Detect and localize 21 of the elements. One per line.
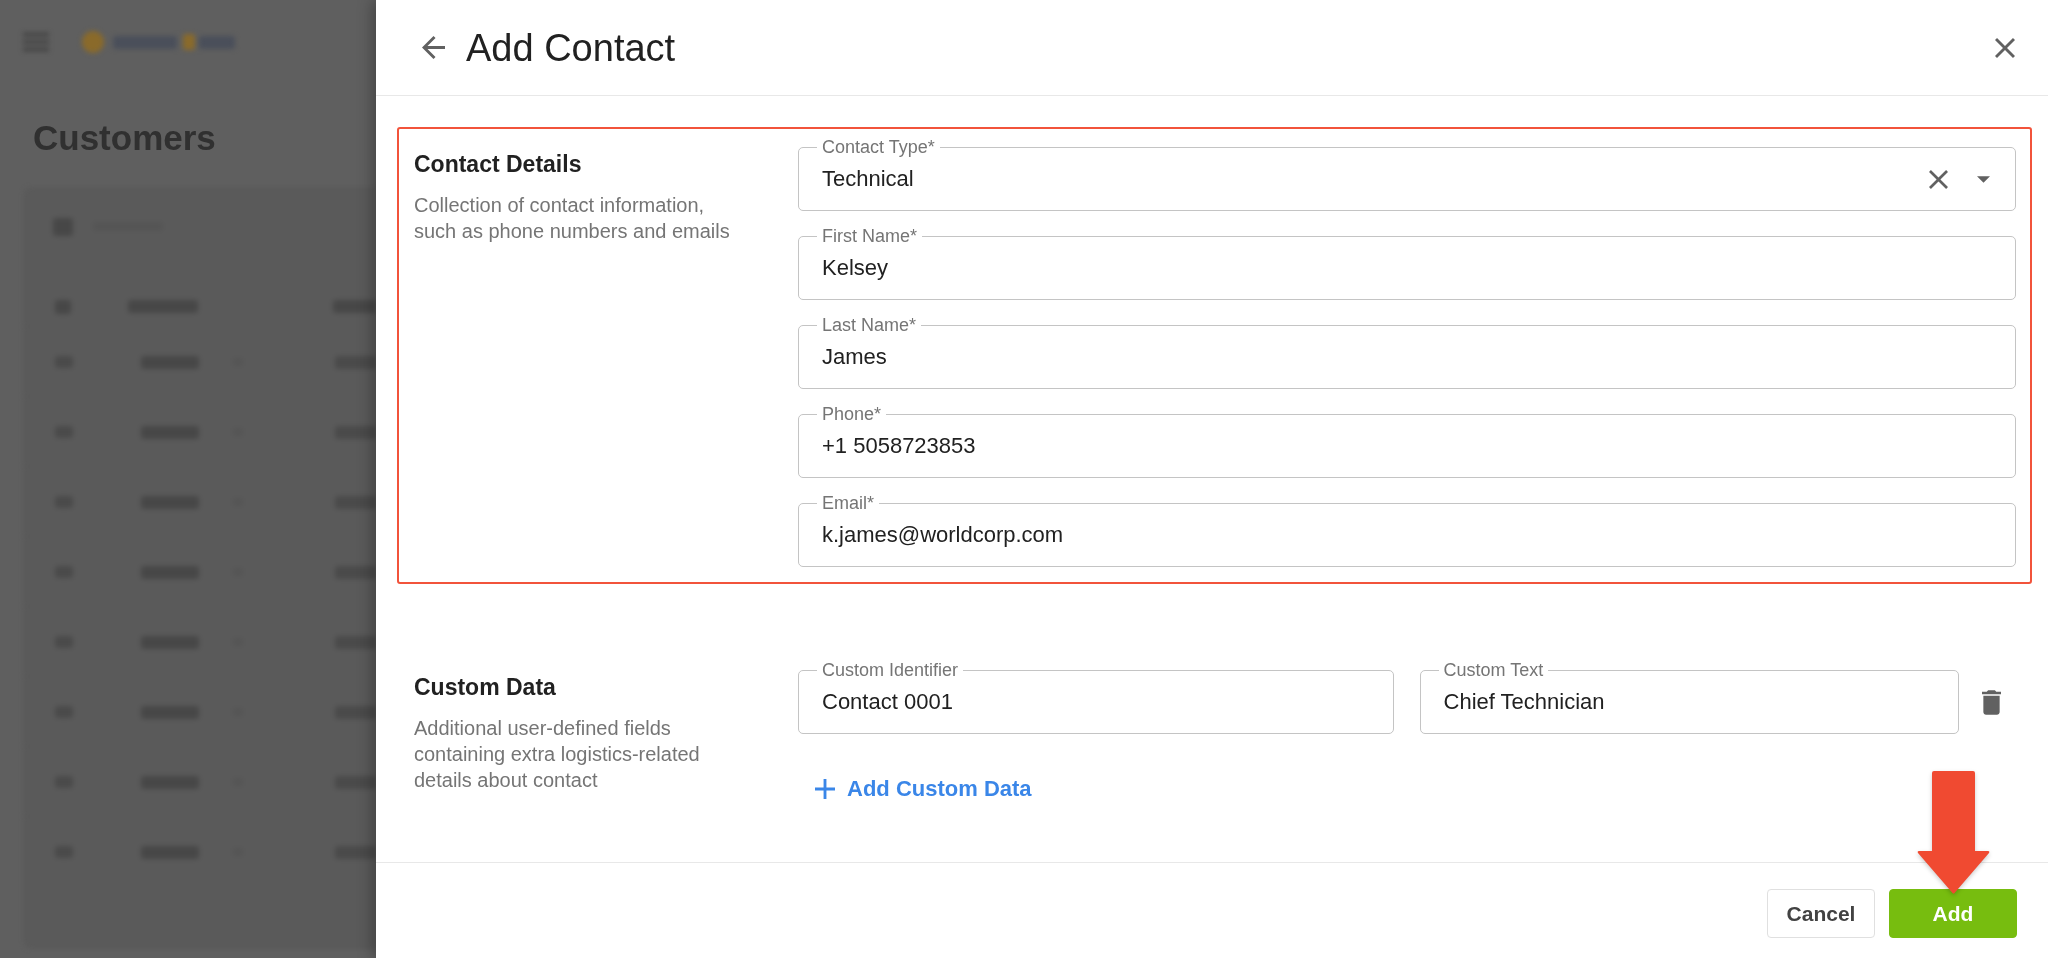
trash-icon[interactable] bbox=[1982, 689, 2001, 715]
input-field[interactable]: Custom Text Chief Technician bbox=[1419, 660, 1959, 734]
field-label: Contact Type* bbox=[817, 137, 940, 157]
input-field[interactable]: Last Name* James bbox=[798, 315, 2016, 389]
input-field[interactable]: Phone* +1 5058723853 bbox=[798, 404, 2016, 478]
add-custom-data-link[interactable]: Add Custom Data bbox=[815, 774, 1032, 804]
cancel-button[interactable]: Cancel bbox=[1767, 889, 1875, 938]
dropdown-field[interactable]: Contact Type* Technical bbox=[798, 137, 2016, 211]
close-icon[interactable] bbox=[1995, 37, 2015, 58]
plus-icon bbox=[815, 779, 835, 799]
back-arrow-icon[interactable] bbox=[422, 36, 445, 59]
section-description: Additional user-defined fields containing extra logistics-related details about contact bbox=[414, 716, 701, 793]
section-title: Custom Data bbox=[414, 673, 556, 701]
drawer-title: Add Contact bbox=[466, 25, 676, 71]
section-description: Collection of contact information, such as phone numbers and emails bbox=[414, 193, 731, 244]
clear-icon[interactable] bbox=[1929, 169, 1948, 189]
caret-icon[interactable] bbox=[1977, 175, 1990, 183]
input-field[interactable]: Custom Identifier Contact 0001 bbox=[798, 660, 1394, 734]
section-title: Contact Details bbox=[414, 150, 582, 178]
input-field[interactable]: First Name* Kelsey bbox=[798, 226, 2016, 300]
input-field[interactable]: Email* k.james@worldcorp.com bbox=[798, 493, 2016, 567]
